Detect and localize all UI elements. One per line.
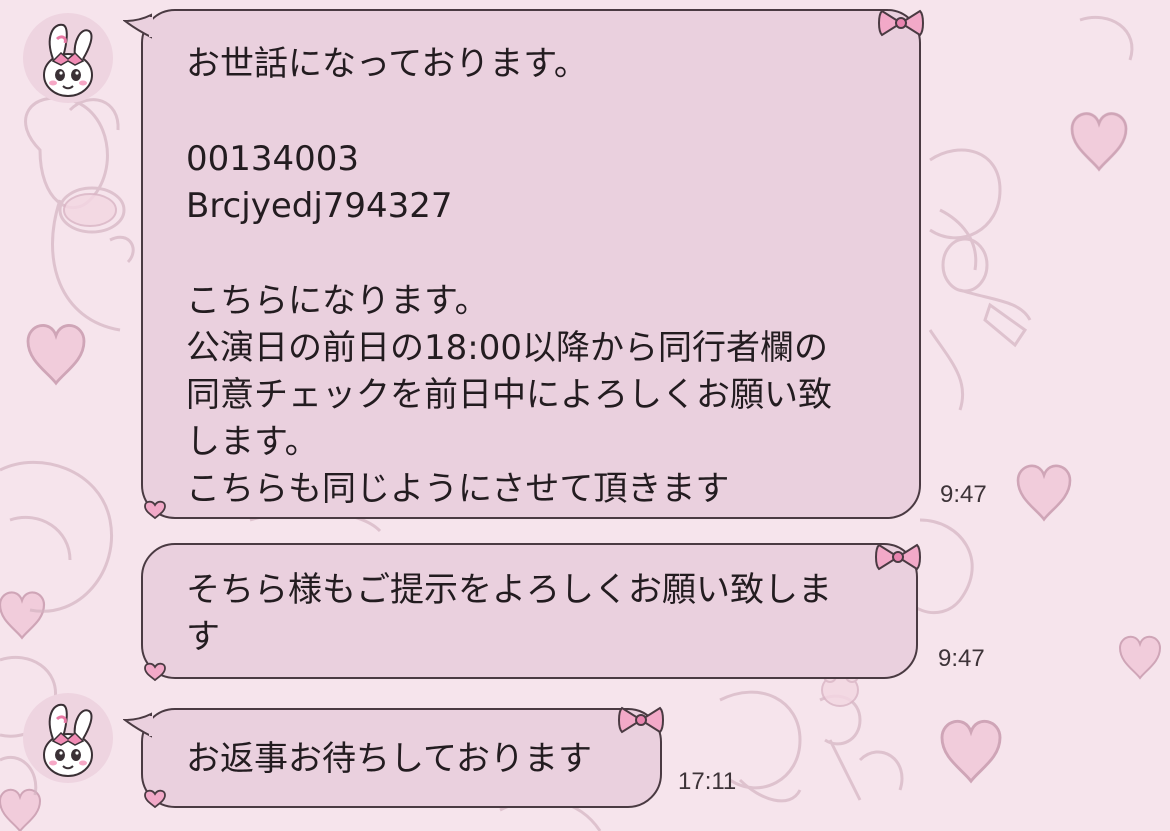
- heart-icon: [144, 500, 166, 520]
- bunny-avatar-icon: [43, 23, 93, 97]
- message-text-line: お返事お待ちしております: [186, 739, 592, 779]
- sender-avatar[interactable]: [23, 693, 113, 783]
- ribbon-bow-icon: [618, 706, 664, 734]
- message-text-line: 公演日の前日の18:00以降から同行者欄の: [186, 328, 828, 368]
- bubble-tail: [123, 13, 153, 39]
- message-bubble[interactable]: そちら様もご提示をよろしくお願い致しま す: [141, 543, 918, 679]
- message-bubble[interactable]: お世話になっております。 00134003 Brcjyedj794327 こちら…: [141, 9, 921, 519]
- message-text-line: す: [186, 617, 220, 657]
- message-timestamp: 9:47: [940, 481, 987, 508]
- message-text-line: 同意チェックを前日中によろしくお願い致: [186, 375, 832, 415]
- message-text-line: お世話になっております。: [186, 44, 588, 84]
- message-text-line: こちらになります。: [186, 281, 489, 321]
- message-text-line: こちらも同じようにさせて頂きます: [186, 469, 730, 509]
- message-bubble[interactable]: お返事お待ちしております: [141, 708, 662, 808]
- heart-icon: [144, 789, 166, 809]
- heart-icon: [144, 662, 166, 682]
- ribbon-bow-icon: [875, 543, 921, 571]
- ribbon-bow-icon: [878, 9, 924, 37]
- message-text-line: 00134003: [186, 139, 360, 179]
- message-text-line: Brcjyedj794327: [186, 186, 453, 226]
- sender-avatar[interactable]: [23, 13, 113, 103]
- bubble-tail: [123, 712, 153, 738]
- message-timestamp: 17:11: [678, 768, 737, 795]
- message-text-line: します。: [186, 422, 319, 462]
- bunny-avatar-icon: [43, 703, 93, 777]
- message-timestamp: 9:47: [938, 645, 985, 672]
- message-text-line: そちら様もご提示をよろしくお願い致しま: [186, 570, 832, 610]
